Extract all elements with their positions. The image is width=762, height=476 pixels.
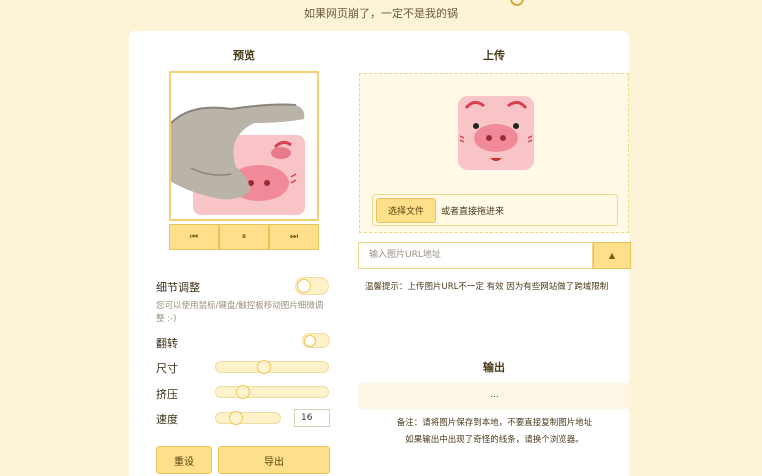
preview-title: 预览 bbox=[233, 49, 255, 62]
next-frame-button[interactable]: ⏭ bbox=[269, 224, 319, 250]
speed-slider[interactable] bbox=[215, 411, 281, 425]
slider-thumb[interactable] bbox=[257, 360, 271, 374]
flip-toggle[interactable] bbox=[302, 333, 330, 348]
file-picker: 选择文件 或者直接拖进来 bbox=[372, 194, 618, 226]
export-button[interactable]: 导出 bbox=[218, 446, 330, 474]
speed-label: 速度 bbox=[156, 413, 178, 426]
size-slider[interactable] bbox=[215, 360, 329, 374]
toggle-knob bbox=[304, 335, 316, 347]
petting-pig-image bbox=[171, 103, 305, 215]
detail-note: 您可以使用鼠标/键盘/触控板移动图片细微调整 :-) bbox=[156, 301, 324, 324]
playback-controls: ⏮ ⏸ ⏭ bbox=[169, 224, 319, 250]
upload-arrow-icon[interactable]: ▲ bbox=[593, 242, 631, 269]
slider-thumb[interactable] bbox=[229, 411, 243, 425]
reset-button[interactable]: 重设 bbox=[156, 446, 212, 474]
detail-toggle[interactable] bbox=[295, 277, 329, 295]
pause-button[interactable]: ⏸ bbox=[219, 224, 269, 250]
upload-dropzone[interactable]: 选择文件 或者直接拖进来 bbox=[359, 73, 629, 233]
squeeze-slider[interactable] bbox=[215, 385, 329, 399]
choose-file-button[interactable]: 选择文件 bbox=[376, 198, 436, 223]
speed-input[interactable]: 16 bbox=[294, 409, 330, 427]
size-label: 尺寸 bbox=[156, 362, 178, 375]
upload-tip: 温馨提示：上传图片URL不一定 有效 因为有些网站做了跨域限制 bbox=[365, 282, 609, 292]
previous-frame-button[interactable]: ⏮ bbox=[169, 224, 219, 250]
preview-canvas bbox=[169, 71, 319, 221]
toggle-knob bbox=[297, 279, 311, 293]
output-area: ... bbox=[358, 383, 631, 409]
pig-thumbnail bbox=[458, 96, 534, 170]
drag-hint: 或者直接拖进来 bbox=[441, 207, 505, 217]
upload-title: 上传 bbox=[483, 49, 505, 62]
output-title: 输出 bbox=[483, 361, 505, 374]
image-url-input[interactable]: 输入图片URL地址 bbox=[358, 242, 593, 269]
main-card: 预览 ⏮ ⏸ ⏭ 细节调整 您可以使用鼠标/键盘/触控板移动图片细微调整 :-)… bbox=[129, 31, 631, 476]
flip-label: 翻转 bbox=[156, 337, 178, 350]
output-remark-2: 如果输出中出现了奇怪的线条，请换个浏览器。 bbox=[405, 435, 584, 445]
output-remark-1: 备注：请将图片保存到本地，不要直接复制图片地址 bbox=[396, 418, 593, 428]
tagline: 如果网页崩了，一定不是我的锅 bbox=[304, 7, 458, 20]
squeeze-label: 挤压 bbox=[156, 388, 178, 401]
detail-label: 细节调整 bbox=[156, 281, 200, 294]
slider-thumb[interactable] bbox=[236, 385, 250, 399]
